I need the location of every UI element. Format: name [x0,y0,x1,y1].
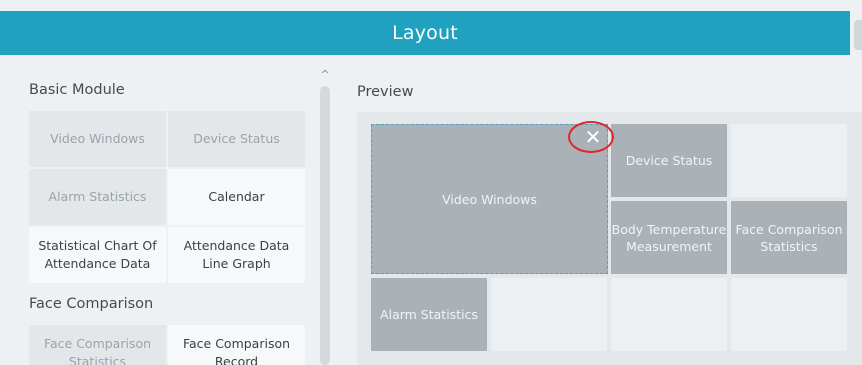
module-face-comparison-record[interactable]: Face Comparison Record [168,325,305,365]
module-device-status[interactable]: Device Status [168,111,305,167]
module-label: Face Comparison Statistics [43,336,152,365]
preview-cell-empty[interactable] [731,278,847,351]
module-label: Statistical Chart Of Attendance Data [38,238,157,271]
cell-label: Device Status [625,153,713,168]
preview-cell-alarm-statistics[interactable]: Alarm Statistics [371,278,487,351]
dialog-title-bar: Layout [0,11,850,55]
module-label: Calendar [208,189,265,204]
layout-dialog: Layout Basic Module Video Windows Device… [0,0,862,365]
basic-module-title: Basic Module [29,82,125,98]
module-attendance-line-graph[interactable]: Attendance Data Line Graph [168,227,305,283]
cell-label: Alarm Statistics [380,307,478,322]
preview-cell-empty[interactable] [731,124,847,197]
cell-label: Video Windows [442,191,537,207]
highlight-annotation [568,121,614,153]
preview-cell-device-status[interactable]: Device Status [611,124,727,197]
module-list-scrollbar[interactable]: ^ [318,68,332,365]
module-alarm-statistics[interactable]: Alarm Statistics [29,169,166,225]
module-label: Alarm Statistics [48,189,147,204]
scroll-up-icon[interactable]: ^ [319,68,331,82]
module-video-windows[interactable]: Video Windows [29,111,166,167]
module-label: Device Status [193,131,280,146]
module-label: Video Windows [50,131,145,146]
preview-cell-face-comparison-statistics[interactable]: Face Comparison Statistics [731,201,847,274]
module-calendar[interactable]: Calendar [168,169,305,225]
preview-cell-body-temperature[interactable]: Body Temperature Measurement [611,201,727,274]
dialog-title: Layout [392,22,458,44]
face-comparison-title: Face Comparison [29,296,154,312]
cell-label: Face Comparison Statistics [735,221,843,254]
module-label: Attendance Data Line Graph [183,238,290,271]
preview-cell-empty[interactable] [611,278,727,351]
module-label: Face Comparison Record [182,336,291,365]
preview-cell-empty[interactable] [491,278,607,351]
scroll-thumb[interactable] [320,86,330,365]
module-statistical-chart-attendance[interactable]: Statistical Chart Of Attendance Data [29,227,166,283]
window-scroll-handle[interactable] [854,20,862,50]
preview-title: Preview [357,84,414,100]
module-face-comparison-statistics[interactable]: Face Comparison Statistics [29,325,166,365]
cell-label: Body Temperature Measurement [611,221,727,254]
